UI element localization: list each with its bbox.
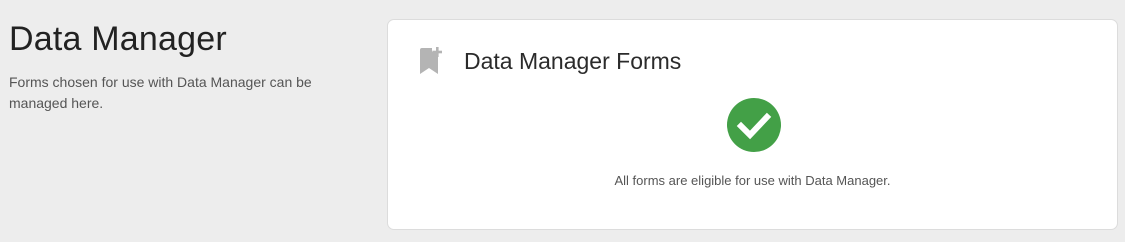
page: Data Manager Forms chosen for use with D… (0, 0, 1125, 242)
page-header: Data Manager Forms chosen for use with D… (9, 18, 349, 114)
page-description: Forms chosen for use with Data Manager c… (9, 74, 312, 111)
page-title: Data Manager (9, 20, 227, 58)
bookmark-add-icon (418, 46, 443, 76)
check-circle-icon (727, 98, 781, 152)
data-manager-forms-card: Data Manager Forms All forms are eligibl… (387, 19, 1118, 230)
card-title: Data Manager Forms (464, 48, 682, 74)
card-header: Data Manager Forms (418, 46, 681, 76)
eligibility-message: All forms are eligible for use with Data… (614, 173, 891, 188)
